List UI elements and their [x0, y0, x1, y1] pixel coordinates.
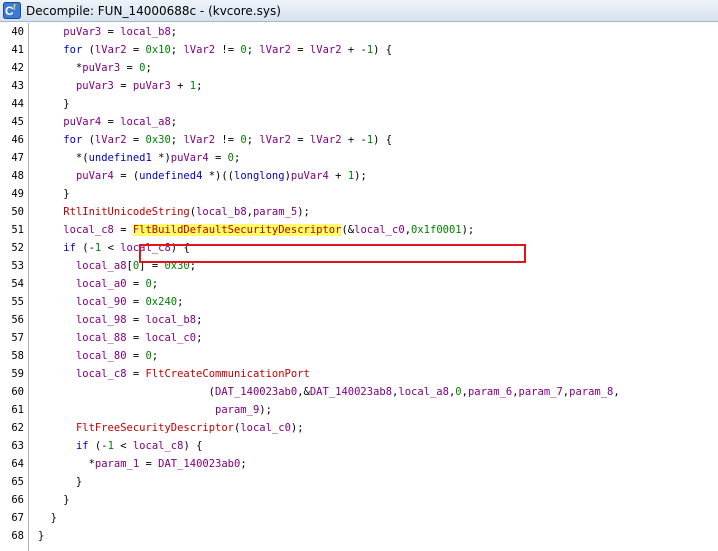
line-number: 55: [11, 296, 24, 308]
line-number: 51: [11, 224, 24, 236]
code-text[interactable]: puVar4 = (undefined4 *)((longlong)puVar4…: [38, 167, 367, 185]
line-number: 53: [11, 260, 24, 272]
line-number: 68: [11, 530, 24, 542]
code-text[interactable]: }: [38, 509, 57, 527]
line-number: 49: [11, 188, 24, 200]
code-line[interactable]: 65 }: [0, 473, 718, 491]
code-line[interactable]: 67 }: [0, 509, 718, 527]
line-number: 41: [11, 44, 24, 56]
code-text[interactable]: local_98 = local_b8;: [38, 311, 202, 329]
code-line[interactable]: 45 puVar4 = local_a8;: [0, 113, 718, 131]
line-number: 60: [11, 386, 24, 398]
line-number: 62: [11, 422, 24, 434]
line-number: 44: [11, 98, 24, 110]
code-line[interactable]: 52 if (-1 < local_c8) {: [0, 239, 718, 257]
code-text[interactable]: for (lVar2 = 0x10; lVar2 != 0; lVar2 = l…: [38, 41, 392, 59]
code-text[interactable]: if (-1 < local_c8) {: [38, 437, 202, 455]
code-line[interactable]: 63 if (-1 < local_c8) {: [0, 437, 718, 455]
code-text[interactable]: local_a8[0] = 0x30;: [38, 257, 196, 275]
code-line[interactable]: 66 }: [0, 491, 718, 509]
line-number: 47: [11, 152, 24, 164]
code-text[interactable]: puVar4 = local_a8;: [38, 113, 177, 131]
code-line[interactable]: 68}: [0, 527, 718, 545]
code-line[interactable]: 51 local_c8 = FltBuildDefaultSecurityDes…: [0, 221, 718, 239]
code-text[interactable]: }: [38, 473, 82, 491]
code-line[interactable]: 47 *(undefined1 *)puVar4 = 0;: [0, 149, 718, 167]
line-number: 66: [11, 494, 24, 506]
line-number: 67: [11, 512, 24, 524]
code-line[interactable]: 53 local_a8[0] = 0x30;: [0, 257, 718, 275]
code-text[interactable]: (DAT_140023ab0,&DAT_140023ab8,local_a8,0…: [38, 383, 620, 401]
code-line[interactable]: 50 RtlInitUnicodeString(local_b8,param_5…: [0, 203, 718, 221]
decompiler-code-view[interactable]: 40 puVar3 = local_b8; 41 for (lVar2 = 0x1…: [0, 23, 718, 551]
code-text[interactable]: local_c8 = FltCreateCommunicationPort: [38, 365, 310, 383]
code-line[interactable]: 58 local_80 = 0;: [0, 347, 718, 365]
line-number: 58: [11, 350, 24, 362]
window-titlebar: C f Decompile: FUN_14000688c - (kvcore.s…: [0, 0, 718, 22]
code-text[interactable]: }: [38, 185, 69, 203]
code-line[interactable]: 42 *puVar3 = 0;: [0, 59, 718, 77]
line-number: 56: [11, 314, 24, 326]
line-number: 54: [11, 278, 24, 290]
line-number: 45: [11, 116, 24, 128]
code-line[interactable]: 44 }: [0, 95, 718, 113]
code-text[interactable]: puVar3 = local_b8;: [38, 23, 177, 41]
code-line[interactable]: 46 for (lVar2 = 0x30; lVar2 != 0; lVar2 …: [0, 131, 718, 149]
code-line[interactable]: 40 puVar3 = local_b8;: [0, 23, 718, 41]
code-line[interactable]: 57 local_88 = local_c0;: [0, 329, 718, 347]
line-number: 48: [11, 170, 24, 182]
code-text[interactable]: local_c8 = FltBuildDefaultSecurityDescri…: [38, 221, 474, 239]
code-line[interactable]: 59 local_c8 = FltCreateCommunicationPort: [0, 365, 718, 383]
code-text[interactable]: }: [38, 527, 44, 545]
code-line[interactable]: 61 param_9);: [0, 401, 718, 419]
line-number: 63: [11, 440, 24, 452]
code-line[interactable]: 62 FltFreeSecurityDescriptor(local_c0);: [0, 419, 718, 437]
code-text[interactable]: *puVar3 = 0;: [38, 59, 152, 77]
code-text[interactable]: for (lVar2 = 0x30; lVar2 != 0; lVar2 = l…: [38, 131, 392, 149]
code-line[interactable]: 41 for (lVar2 = 0x10; lVar2 != 0; lVar2 …: [0, 41, 718, 59]
code-line[interactable]: 54 local_a0 = 0;: [0, 275, 718, 293]
line-number: 52: [11, 242, 24, 254]
code-text[interactable]: FltFreeSecurityDescriptor(local_c0);: [38, 419, 304, 437]
code-text[interactable]: *(undefined1 *)puVar4 = 0;: [38, 149, 240, 167]
code-text[interactable]: *param_1 = DAT_140023ab0;: [38, 455, 247, 473]
code-line[interactable]: 48 puVar4 = (undefined4 *)((longlong)puV…: [0, 167, 718, 185]
code-text[interactable]: puVar3 = puVar3 + 1;: [38, 77, 202, 95]
line-number: 50: [11, 206, 24, 218]
line-number: 64: [11, 458, 24, 470]
line-number: 43: [11, 80, 24, 92]
code-line[interactable]: 49 }: [0, 185, 718, 203]
code-line[interactable]: 60 (DAT_140023ab0,&DAT_140023ab8,local_a…: [0, 383, 718, 401]
line-number: 42: [11, 62, 24, 74]
code-text[interactable]: }: [38, 491, 69, 509]
line-number: 61: [11, 404, 24, 416]
line-number: 59: [11, 368, 24, 380]
svg-text:f: f: [13, 3, 16, 12]
line-number: 57: [11, 332, 24, 344]
code-text[interactable]: local_80 = 0;: [38, 347, 158, 365]
line-number: 40: [11, 26, 24, 38]
code-text[interactable]: local_a0 = 0;: [38, 275, 158, 293]
code-line[interactable]: 55 local_90 = 0x240;: [0, 293, 718, 311]
code-text[interactable]: local_88 = local_c0;: [38, 329, 202, 347]
code-text[interactable]: }: [38, 95, 69, 113]
code-text[interactable]: RtlInitUnicodeString(local_b8,param_5);: [38, 203, 310, 221]
code-text[interactable]: if (-1 < local_c8) {: [38, 239, 189, 257]
code-line[interactable]: 43 puVar3 = puVar3 + 1;: [0, 77, 718, 95]
code-line[interactable]: 64 *param_1 = DAT_140023ab0;: [0, 455, 718, 473]
code-text[interactable]: local_90 = 0x240;: [38, 293, 183, 311]
line-number: 46: [11, 134, 24, 146]
window-title: Decompile: FUN_14000688c - (kvcore.sys): [26, 4, 281, 18]
decompiler-icon: C f: [3, 2, 21, 19]
code-text[interactable]: param_9);: [38, 401, 272, 419]
code-line[interactable]: 56 local_98 = local_b8;: [0, 311, 718, 329]
line-number: 65: [11, 476, 24, 488]
